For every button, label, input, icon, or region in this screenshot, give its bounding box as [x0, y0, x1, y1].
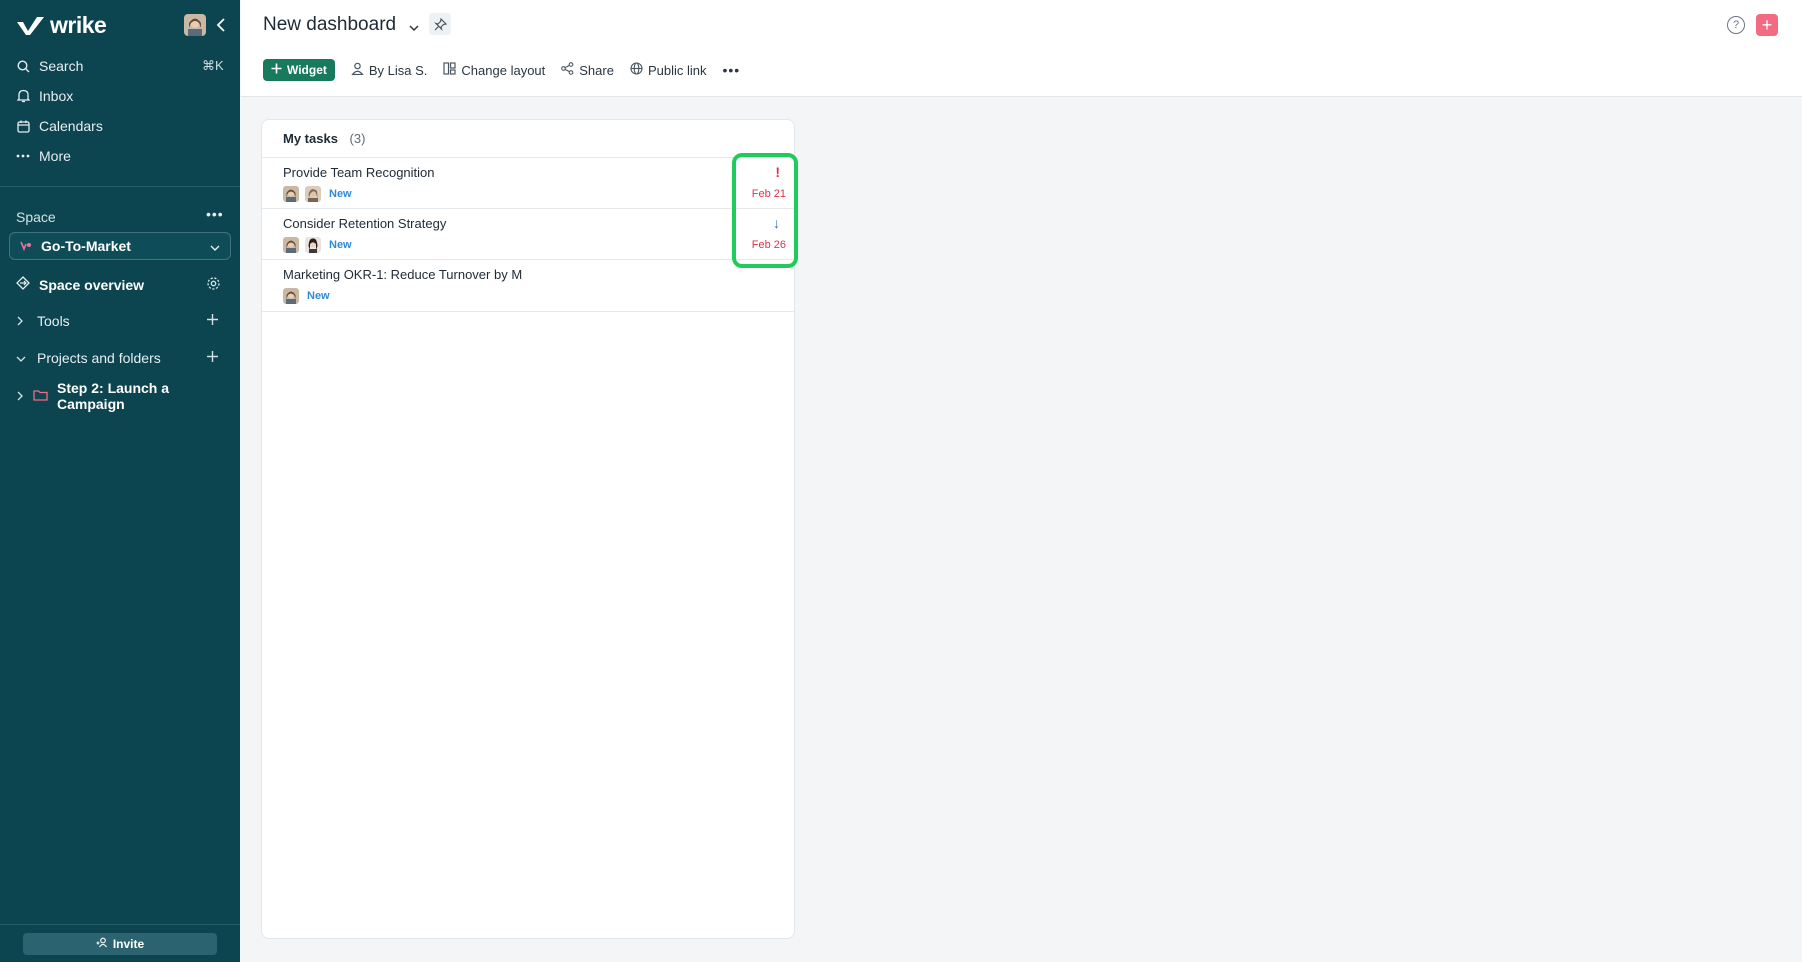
add-user-icon — [96, 937, 108, 951]
share-button[interactable]: Share — [561, 62, 614, 78]
nav-label: More — [39, 148, 71, 164]
invite-label: Invite — [112, 937, 145, 951]
status-badge: New — [329, 239, 352, 251]
dashboard-header: New dashboard ? + Widget By Lisa S. Chan… — [241, 0, 1802, 97]
collapse-sidebar-icon[interactable] — [213, 15, 229, 35]
globe-icon — [630, 62, 643, 78]
status-badge: New — [329, 188, 352, 200]
widget-header[interactable]: My tasks (3) — [283, 131, 365, 146]
calendar-icon — [16, 119, 30, 133]
more-dots-icon — [16, 149, 30, 163]
assignee-avatar[interactable] — [305, 237, 321, 253]
space-selector[interactable]: Go-To-Market — [9, 232, 231, 260]
more-options-icon[interactable]: ••• — [723, 62, 741, 78]
folder-icon — [33, 388, 48, 404]
invite-button[interactable]: Invite — [23, 933, 217, 955]
task-meta: New — [283, 288, 330, 304]
sidebar: wrike Search ⌘K Inbox Calendars More Spa… — [0, 0, 240, 962]
tools-section[interactable]: Tools — [16, 313, 70, 329]
owner-label: By Lisa S. — [368, 62, 428, 78]
change-layout-label: Change layout — [461, 62, 546, 78]
folder-name: Step 2: Launch a Campaign — [57, 380, 170, 412]
assignee-avatar[interactable] — [283, 186, 299, 202]
title-dropdown-icon[interactable] — [409, 19, 419, 37]
add-project-icon[interactable] — [206, 350, 219, 368]
task-name[interactable]: Provide Team Recognition — [283, 165, 435, 180]
space-overview-icon — [16, 276, 30, 293]
task-meta: New — [283, 186, 352, 202]
widget-title: My tasks — [283, 131, 338, 146]
task-row[interactable]: Marketing OKR-1: Reduce Turnover by M Ne… — [262, 259, 794, 312]
pin-icon[interactable] — [429, 13, 451, 35]
owner-button[interactable]: By Lisa S. — [351, 62, 428, 78]
space-label: Space — [16, 209, 56, 225]
layout-icon — [443, 62, 457, 78]
public-link-button[interactable]: Public link — [630, 62, 707, 78]
chevron-down-icon — [210, 240, 220, 256]
projects-folders-label: Projects and folders — [37, 350, 161, 366]
nav-more[interactable]: More — [16, 148, 71, 164]
folder-item[interactable]: Step 2: Launch a Campaign — [16, 380, 240, 412]
task-meta: New — [283, 237, 352, 253]
create-new-icon[interactable]: + — [1756, 14, 1778, 36]
space-options-icon[interactable]: ••• — [206, 206, 224, 222]
space-name: Go-To-Market — [41, 238, 131, 254]
change-layout-button[interactable]: Change layout — [443, 62, 545, 78]
share-icon — [561, 62, 574, 78]
assignee-avatar[interactable] — [283, 288, 299, 304]
assignee-avatar[interactable] — [283, 237, 299, 253]
wrike-logo[interactable]: wrike — [16, 12, 107, 39]
nav-search[interactable]: Search — [16, 58, 83, 74]
wrike-check-icon — [17, 16, 44, 35]
task-row[interactable]: Consider Retention Strategy New ↓ Feb 26 — [262, 208, 794, 260]
logo-text: wrike — [50, 12, 107, 38]
add-widget-button[interactable]: Widget — [263, 59, 335, 81]
help-icon[interactable]: ? — [1727, 16, 1745, 34]
public-link-label: Public link — [647, 62, 707, 78]
bell-icon — [16, 89, 30, 103]
sidebar-divider — [0, 186, 240, 187]
chevron-down-icon — [16, 350, 26, 366]
task-count: (3) — [349, 131, 366, 146]
plus-icon — [271, 63, 282, 77]
tools-label: Tools — [37, 313, 70, 329]
nav-label: Inbox — [39, 88, 74, 104]
gear-icon[interactable] — [206, 276, 221, 296]
space-overview-label: Space overview — [39, 276, 145, 293]
task-name[interactable]: Consider Retention Strategy — [283, 216, 446, 231]
nav-label: Calendars — [39, 118, 103, 134]
assignee-avatar[interactable] — [305, 186, 321, 202]
space-logo-icon — [20, 238, 32, 254]
page-title: New dashboard — [263, 14, 397, 35]
nav-inbox[interactable]: Inbox — [16, 88, 73, 104]
space-overview[interactable]: Space overview — [16, 276, 144, 293]
dashboard-toolbar: Widget By Lisa S. Change layout Share Pu… — [263, 59, 740, 81]
share-label: Share — [579, 62, 614, 78]
projects-folders-section[interactable]: Projects and folders — [16, 350, 161, 366]
user-avatar[interactable] — [184, 14, 206, 36]
task-row[interactable]: Provide Team Recognition New ! Feb 21 — [262, 157, 794, 209]
user-icon — [351, 62, 364, 78]
my-tasks-widget: My tasks (3) Provide Team Recognition Ne… — [261, 119, 795, 939]
search-icon — [16, 59, 30, 73]
add-tool-icon[interactable] — [206, 313, 219, 331]
task-name[interactable]: Marketing OKR-1: Reduce Turnover by M — [283, 267, 522, 282]
nav-calendars[interactable]: Calendars — [16, 118, 103, 134]
widget-label: Widget — [287, 63, 327, 77]
annotation-highlight-box — [732, 153, 798, 268]
chevron-right-icon — [16, 313, 24, 329]
sidebar-bottom-divider — [0, 924, 240, 925]
search-shortcut: ⌘K — [202, 58, 224, 73]
status-badge: New — [307, 290, 330, 302]
chevron-right-icon — [16, 388, 24, 404]
nav-label: Search — [39, 58, 84, 74]
